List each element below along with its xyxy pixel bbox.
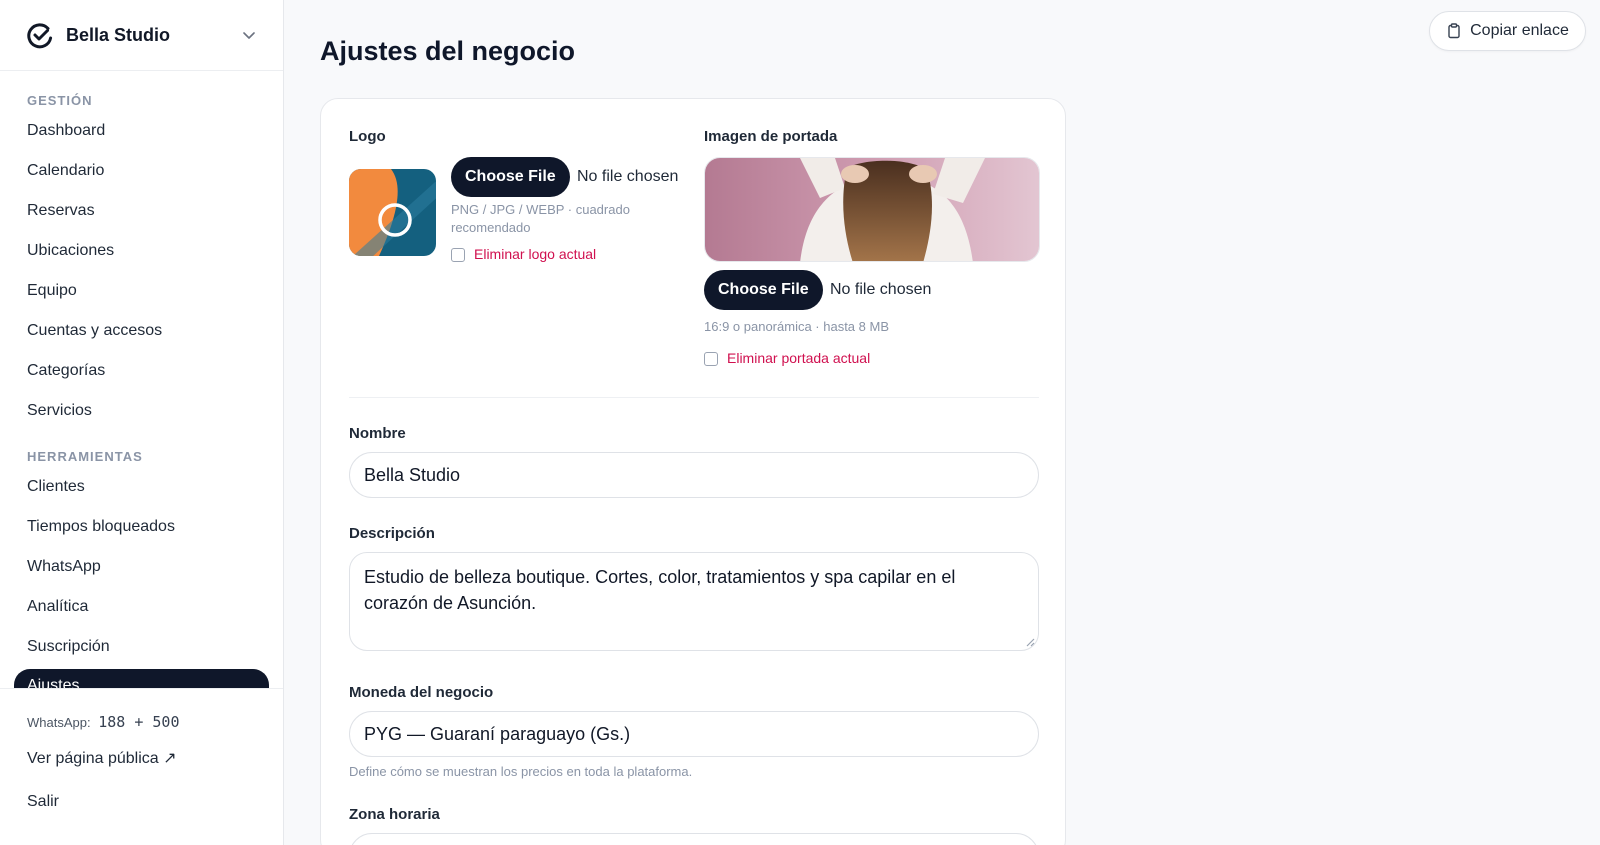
cover-file-status: No file chosen <box>830 281 932 298</box>
currency-hint: Define cómo se muestran los precios en t… <box>349 764 693 779</box>
page-title: Ajustes del negocio <box>320 36 576 66</box>
remove-logo-checkbox[interactable] <box>451 248 465 262</box>
description-textarea[interactable]: Estudio de belleza boutique. Cortes, col… <box>349 552 1039 651</box>
logo-file-status: No file chosen <box>577 168 679 185</box>
logo-hint: PNG / JPG / WEBP · cuadrado recomendado <box>451 202 630 235</box>
sidebar-item-bookings[interactable]: Reservas <box>0 191 283 231</box>
whatsapp-counter-values: 188 + 500 <box>98 713 180 731</box>
sidebar-item-analytics[interactable]: Analítica <box>0 587 283 627</box>
chevron-down-icon[interactable] <box>241 27 257 43</box>
public-page-link[interactable]: Ver página pública ↗ <box>27 748 177 768</box>
name-input[interactable]: Bella Studio <box>349 452 1039 498</box>
name-label: Nombre <box>349 425 406 442</box>
logout-link[interactable]: Salir <box>27 793 59 811</box>
sidebar-item-accounts[interactable]: Cuentas y accesos <box>0 311 283 351</box>
cover-choose-file-button[interactable]: Choose File <box>704 270 823 310</box>
nav-section-management: GESTIÓN <box>27 93 93 108</box>
sidebar-item-blocked-times[interactable]: Tiempos bloqueados <box>0 507 283 547</box>
copy-link-button[interactable]: Copiar enlace <box>1429 11 1586 51</box>
workspace-switcher[interactable]: Bella Studio <box>0 0 283 71</box>
nav-section-tools: HERRAMIENTAS <box>27 449 143 464</box>
sidebar-item-whatsapp[interactable]: WhatsApp <box>0 547 283 587</box>
sidebar-item-locations[interactable]: Ubicaciones <box>0 231 283 271</box>
resize-handle-icon[interactable] <box>1025 637 1035 647</box>
description-text: Estudio de belleza boutique. Cortes, col… <box>364 567 956 613</box>
cover-hint: 16:9 o panorámica · hasta 8 MB <box>704 319 889 334</box>
sidebar-item-team[interactable]: Equipo <box>0 271 283 311</box>
remove-cover-checkbox[interactable] <box>704 352 718 366</box>
sidebar: Bella Studio GESTIÓN Dashboard Calendari… <box>0 0 284 845</box>
sidebar-item-calendar[interactable]: Calendario <box>0 151 283 191</box>
sidebar-item-dashboard[interactable]: Dashboard <box>0 111 283 151</box>
sidebar-footer: WhatsApp: 188 + 500 Ver página pública ↗… <box>0 688 283 845</box>
whatsapp-counter: WhatsApp: 188 + 500 <box>27 713 180 731</box>
settings-card: Logo Choose File No file chosen PNG / JP… <box>320 98 1066 845</box>
description-label: Descripción <box>349 525 435 542</box>
timezone-select[interactable] <box>349 833 1039 845</box>
sidebar-item-clients[interactable]: Clientes <box>0 467 283 507</box>
currency-label: Moneda del negocio <box>349 684 494 701</box>
sidebar-item-categories[interactable]: Categorías <box>0 351 283 391</box>
logo-choose-file-button[interactable]: Choose File <box>451 157 570 197</box>
copy-link-label: Copiar enlace <box>1470 22 1569 39</box>
cover-label: Imagen de portada <box>704 128 838 145</box>
logo-label: Logo <box>349 128 386 145</box>
logo-preview <box>349 169 436 256</box>
section-divider <box>349 397 1039 398</box>
sidebar-item-settings[interactable]: Ajustes <box>14 669 269 688</box>
timezone-label: Zona horaria <box>349 806 440 823</box>
sidebar-item-services[interactable]: Servicios <box>0 391 283 431</box>
clipboard-icon <box>1448 23 1460 39</box>
workspace-name: Bella Studio <box>66 24 171 45</box>
cover-preview <box>704 157 1040 262</box>
sidebar-nav: GESTIÓN Dashboard Calendario Reservas Ub… <box>0 71 283 688</box>
currency-select[interactable]: PYG — Guaraní paraguayo (Gs.) <box>349 711 1039 757</box>
sidebar-item-subscription[interactable]: Suscripción <box>0 627 283 667</box>
checkmark-logo-icon <box>27 23 53 49</box>
whatsapp-counter-label: WhatsApp: <box>27 715 91 730</box>
remove-logo-label[interactable]: Eliminar logo actual <box>474 246 596 262</box>
remove-cover-label[interactable]: Eliminar portada actual <box>727 350 870 366</box>
